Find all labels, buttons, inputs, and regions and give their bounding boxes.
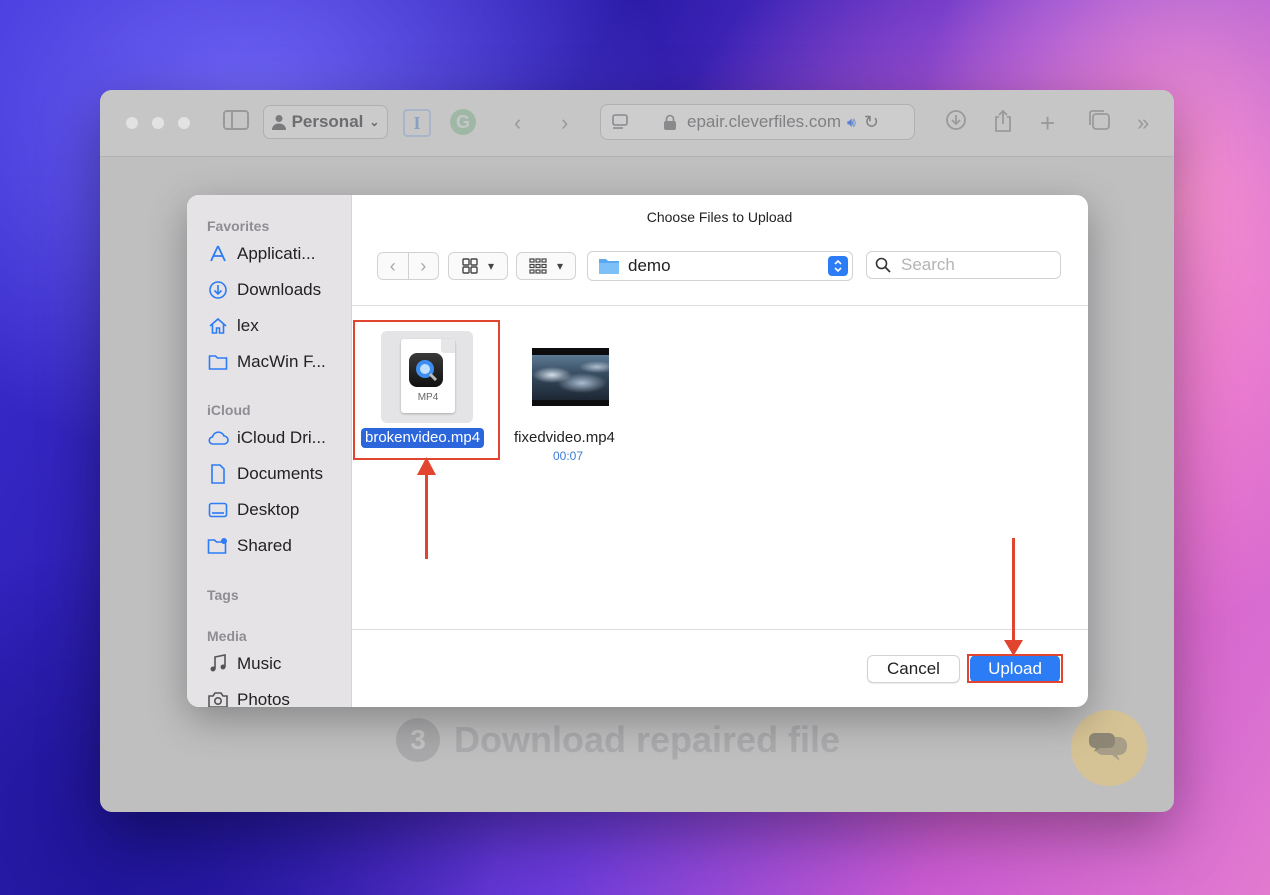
document-icon [207,463,229,485]
home-icon [207,315,229,337]
mp4-file-icon: MP4 [401,339,455,413]
lock-icon [664,114,676,130]
sidebar-item-icloud-drive[interactable]: iCloud Dri... [207,426,326,450]
sidebar-item-label: Applicati... [237,244,316,263]
forward-icon[interactable]: › [561,109,568,137]
profile-selector[interactable]: Personal ⌄ [263,105,388,139]
sidebar-item-label: Photos [237,690,290,707]
sidebar-item-label: Desktop [237,500,300,519]
close-window-button[interactable] [126,117,138,129]
sidebar-item-desktop[interactable]: Desktop [207,498,299,522]
folder-icon [599,259,619,274]
arrow-head-down-icon [1004,640,1023,656]
share-icon[interactable] [992,109,1014,140]
toolbar-divider [351,305,1088,306]
sidebar-item-label: Downloads [237,280,322,299]
step-number-badge: 3 [396,718,440,762]
sidebar-item-label: lex [237,316,259,335]
chat-support-button[interactable] [1071,710,1147,786]
shared-folder-icon [207,535,229,557]
cancel-button[interactable]: Cancel [867,655,960,683]
footer-divider [351,629,1088,630]
sidebar-section-media: Media [207,628,247,644]
music-icon [207,653,229,675]
chevron-down-icon: ▾ [487,259,495,273]
downloads-toolbar-icon[interactable] [945,109,967,138]
step-heading: Download repaired file [454,719,841,760]
quicktime-icon [409,353,443,387]
dialog-title: Choose Files to Upload [646,209,793,225]
search-icon [875,257,891,273]
dialog-sidebar: Favorites Applicati... Downloads lex Mac… [187,195,352,707]
sidebar-section-favorites: Favorites [207,218,270,234]
annotation-arrow-down [1012,538,1015,644]
current-folder-label: demo [628,256,671,275]
file-name-selected[interactable]: brokenvideo.mp4 [361,428,485,448]
sidebar-item-music[interactable]: Music [207,652,281,676]
address-bar[interactable]: epair.cleverfiles.com 🔊︎ ↻ [600,104,915,140]
forward-button[interactable]: › [409,253,439,279]
minimize-window-button[interactable] [152,117,164,129]
file-type-label: MP4 [417,392,439,403]
chevron-down-icon: ▾ [556,259,564,273]
file-name[interactable]: fixedvideo.mp4 [514,429,615,446]
sidebar-toggle-icon[interactable] [223,109,249,138]
back-button[interactable]: ‹ [378,253,409,279]
file-upload-dialog: Favorites Applicati... Downloads lex Mac… [187,195,1088,707]
grammarly-icon[interactable]: G [450,109,476,135]
reload-icon[interactable]: ↻ [864,112,879,133]
upload-button[interactable]: Upload [970,655,1060,683]
back-icon[interactable]: ‹ [514,109,521,137]
arrow-head-up-icon [417,457,436,475]
group-grid-icon [529,258,547,274]
sidebar-item-macwin[interactable]: MacWin F... [207,350,326,374]
sidebar-item-shared[interactable]: Shared [207,534,292,558]
new-tab-icon[interactable]: + [1040,109,1055,137]
sidebar-item-applications[interactable]: Applicati... [207,242,315,266]
sidebar-section-tags: Tags [207,587,239,603]
tab-overview-icon[interactable] [1087,109,1111,138]
video-duration: 00:07 [553,449,584,463]
icon-view-button[interactable]: ▾ [448,252,508,280]
sidebar-item-downloads[interactable]: Downloads [207,278,321,302]
extension-i-icon[interactable]: I [403,109,431,137]
sidebar-item-home[interactable]: lex [207,314,259,338]
search-field[interactable] [866,251,1061,279]
sidebar-item-label: Documents [237,464,323,483]
downloads-icon [207,279,229,301]
sidebar-item-label: Shared [237,536,292,555]
desktop-icon [207,499,229,521]
chat-icon [1089,733,1127,761]
applications-icon [207,243,229,265]
url-text: epair.cleverfiles.com [687,112,842,131]
camera-icon [207,689,229,707]
sidebar-item-label: iCloud Dri... [237,428,326,447]
page-menu-icon[interactable] [611,113,629,131]
person-icon [271,115,286,130]
more-tools-icon[interactable]: » [1137,109,1149,137]
zoom-window-button[interactable] [178,117,190,129]
sidebar-item-photos[interactable]: Photos [207,688,290,707]
download-step: 3 Download repaired file [396,718,840,762]
search-input[interactable] [899,254,1053,276]
speaker-icon[interactable]: 🔊︎ [847,114,856,131]
video-thumbnail-fixedvideo[interactable] [532,348,609,406]
folder-icon [207,351,229,373]
sidebar-item-label: MacWin F... [237,352,326,371]
folder-path-selector[interactable]: demo [587,251,853,281]
back-forward-buttons: ‹ › [377,252,439,280]
sidebar-item-documents[interactable]: Documents [207,462,323,486]
annotation-arrow-up [425,470,428,559]
chevron-down-icon: ⌄ [369,115,380,129]
up-down-stepper-icon [828,256,848,276]
group-by-button[interactable]: ▾ [516,252,576,280]
cloud-icon [207,427,229,449]
sidebar-item-label: Music [237,654,282,673]
browser-toolbar: Personal ⌄ I G ‹ › epair.cleverfiles.com… [100,90,1174,157]
profile-label: Personal [291,112,364,131]
grid-icon [462,258,478,274]
sidebar-section-icloud: iCloud [207,402,251,418]
